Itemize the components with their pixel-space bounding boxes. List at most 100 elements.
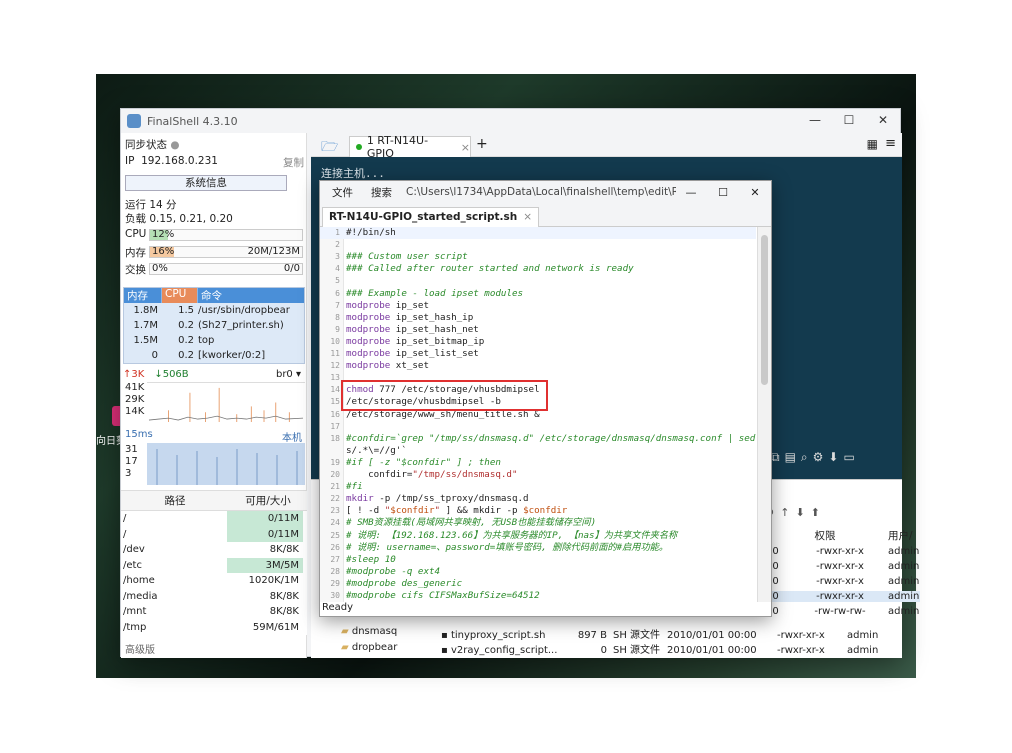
folder-icon: ▰	[341, 642, 352, 653]
file-user: admin	[888, 576, 920, 587]
disk-row[interactable]: /etc 3M/5M	[121, 557, 307, 573]
file-row[interactable]: 00 -rw-rw-rw-admin	[766, 606, 920, 617]
sync-status: 同步状态 ●	[125, 139, 180, 151]
code-line: 4 ### Called after router started and net…	[320, 263, 756, 275]
file-row[interactable]: ▪ v2ray_config_script... 0 SH 源文件 2010/01/0…	[441, 641, 878, 656]
folder-item[interactable]: ▰ dnsmasq	[341, 626, 397, 637]
upload-file-icon[interactable]: ⬆	[811, 506, 820, 519]
disk-size: 0/11M	[227, 526, 303, 542]
file-row[interactable]: 00 -rwxr-xr-x admin	[766, 591, 920, 602]
close-button[interactable]: ✕	[866, 109, 900, 131]
ping-host[interactable]: 本机	[282, 429, 302, 444]
disk-header-path[interactable]: 路径	[121, 491, 229, 510]
copy-link[interactable]: 复制	[283, 155, 304, 170]
ip-value: 192.168.0.231	[141, 155, 218, 167]
file-name: tinyproxy_script.sh	[450, 630, 546, 641]
line-text: confdir="/tmp/ss/dnsmasq.d"	[346, 469, 518, 480]
disk-row[interactable]: /media 8K/8K	[121, 589, 307, 605]
folder-item[interactable]: ▰ dropbear	[341, 642, 397, 653]
editor-tab-close-icon[interactable]: ×	[523, 211, 532, 223]
process-row[interactable]: 0 0.2 [kworker/0:2]	[124, 348, 304, 363]
edition-label: 高级版	[125, 645, 155, 656]
window-icon[interactable]: ▭	[843, 450, 854, 465]
proc-header-cmd[interactable]: 命令	[198, 288, 304, 303]
tab-close-icon[interactable]: ×	[461, 141, 470, 154]
disk-row[interactable]: /mnt 8K/8K	[121, 604, 307, 620]
process-mem: 1.5M	[133, 335, 158, 346]
disk-size: 8K/8K	[269, 590, 299, 602]
download-icon[interactable]: ⬇	[828, 450, 838, 465]
file-user: admin	[888, 561, 920, 572]
proc-header-cpu[interactable]: CPU	[162, 288, 198, 303]
line-number: 24	[330, 518, 340, 528]
window-title: FinalShell 4.3.10	[147, 114, 238, 128]
code-line: 22 mkdir -p /tmp/ss_tproxy/dnsmasq.d	[320, 493, 756, 505]
paste-icon[interactable]: ▤	[785, 450, 796, 465]
swap-bar: 0% 0/0	[149, 263, 303, 275]
editor-minimize-button[interactable]: —	[675, 181, 707, 203]
session-tab[interactable]: 1 RT-N14U-GPIO ×	[349, 134, 471, 160]
network-graph	[147, 382, 305, 422]
file-perm: -rwxr-xr-x	[816, 576, 864, 587]
disk-path: /home	[123, 575, 155, 586]
line-text: #confdir=`grep "/tmp/ss/dnsmasq.d" /etc/…	[346, 432, 756, 444]
line-text: modprobe ip_set_hash_ip	[346, 311, 474, 323]
scroll-thumb[interactable]	[761, 235, 768, 385]
maximize-button[interactable]: ☐	[832, 109, 866, 131]
code-line: 9 modprobe ip_set_hash_net	[320, 324, 756, 336]
disk-row[interactable]: / 0/11M	[121, 526, 307, 542]
gear-icon[interactable]: ⚙	[813, 450, 824, 465]
editor-file-tab[interactable]: RT-N14U-GPIO_started_script.sh ×	[322, 207, 540, 227]
line-number: 7	[335, 300, 340, 310]
line-number: 18	[330, 433, 340, 443]
system-info-button[interactable]: 系统信息	[125, 175, 287, 191]
add-tab-icon[interactable]: +	[476, 136, 488, 152]
iface-select[interactable]: br0 ▾	[276, 369, 305, 380]
cpu-bar: 12%	[149, 229, 303, 241]
editor-maximize-button[interactable]: ☐	[707, 181, 739, 203]
editor-close-button[interactable]: ✕	[739, 181, 771, 203]
code-line: 24 # SMB资源挂载(局域网共享映射, 无USB也能挂载储存空间)	[320, 517, 756, 529]
search-icon[interactable]: ⌕	[801, 450, 808, 465]
grid-view-icon[interactable]: ▦	[867, 137, 878, 151]
uptime: 运行 14 分	[125, 199, 177, 211]
file-row[interactable]: 00 -rwxr-xr-x admin	[766, 546, 920, 557]
code-line: 8 modprobe ip_set_hash_ip	[320, 312, 756, 324]
file-header-user[interactable]: 用户/	[884, 528, 914, 543]
code-area[interactable]: 1 #!/bin/sh 2 3 ### Custom user script 4 ### C…	[320, 227, 756, 614]
process-row[interactable]: 1.5M 0.2 top	[124, 333, 304, 348]
disk-row[interactable]: /home 1020K/1M	[121, 573, 307, 589]
menu-search[interactable]: 搜索	[365, 185, 398, 200]
process-row[interactable]: 1.8M 1.5/usr/sbin/dropbear	[124, 303, 304, 318]
disk-row[interactable]: /dev 8K/8K	[121, 542, 307, 558]
code-line: 3 ### Custom user script	[320, 251, 756, 263]
ping-ticks: 31 17 3	[125, 444, 138, 479]
minimize-button[interactable]: —	[798, 109, 832, 131]
process-mem: 0	[151, 350, 158, 361]
code-line: 23 [ ! -d "$confdir" ] && mkdir -p $confd…	[320, 505, 756, 517]
download-file-icon[interactable]: ⬇	[795, 506, 804, 519]
process-row[interactable]: 1.7M 0.2 (Sh27_printer.sh)	[124, 318, 304, 333]
line-number: 14	[330, 385, 340, 395]
file-row[interactable]: 00 -rwxr-xr-x admin	[766, 576, 920, 587]
disk-row[interactable]: /tmp 59M/61M	[121, 620, 307, 636]
line-number: 12	[330, 361, 340, 371]
disk-header-size[interactable]: 可用/大小	[229, 491, 307, 510]
net-ticks: 41K 29K 14K	[125, 382, 145, 417]
file-row[interactable]: 00 -rwxr-xr-x admin	[766, 561, 920, 572]
menu-file[interactable]: 文件	[326, 185, 359, 200]
disk-path: /	[123, 528, 127, 540]
file-header-perm[interactable]: 权限	[766, 528, 884, 543]
copy-icon[interactable]: ⧉	[771, 450, 780, 465]
disk-size: 8K/8K	[269, 544, 299, 555]
file-row[interactable]: ▪ tinyproxy_script.sh 897 B SH 源文件 2010/01/…	[441, 626, 879, 641]
file-user: admin	[846, 630, 879, 641]
disk-size: 3M/5M	[227, 557, 303, 573]
file-perm: -rw-rw-rw-	[814, 606, 866, 617]
line-text: #sleep 10	[346, 553, 396, 565]
menu-icon[interactable]: ≡	[885, 136, 896, 151]
disk-row[interactable]: / 0/11M	[121, 511, 307, 527]
proc-header-mem[interactable]: 内存	[124, 288, 162, 303]
up-icon[interactable]: ↑	[780, 506, 789, 519]
editor-scrollbar[interactable]	[757, 227, 771, 609]
